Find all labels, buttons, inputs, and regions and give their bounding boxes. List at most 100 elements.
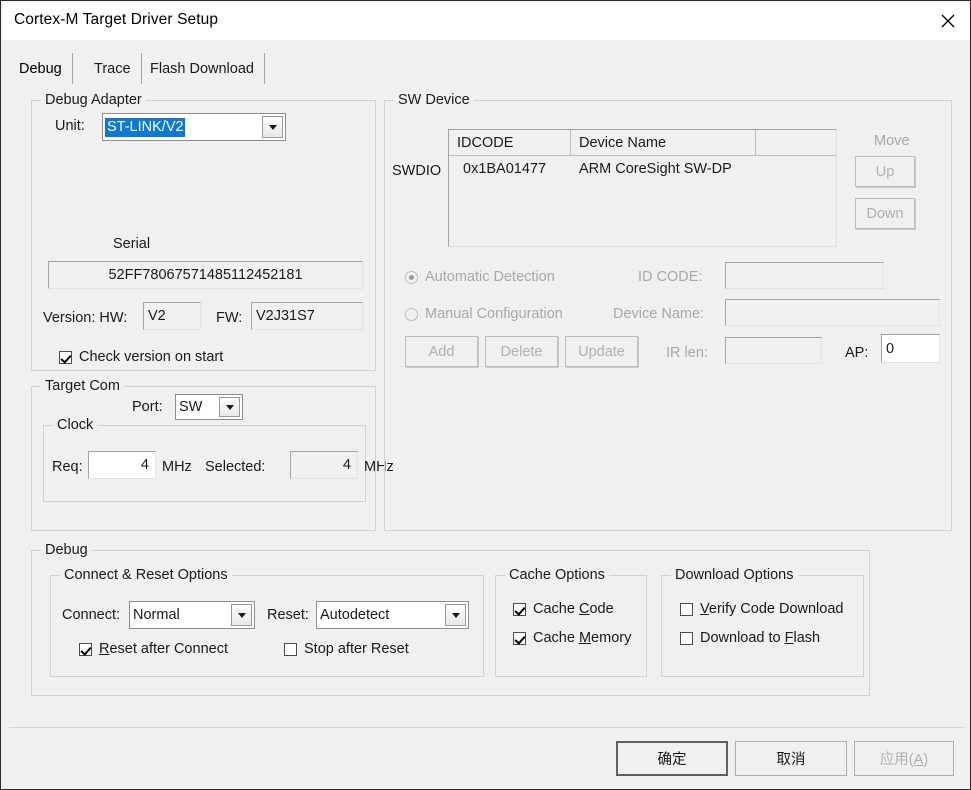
delete-button: Delete [485, 336, 558, 367]
target-com-group: Target Com Port: SW Clock Req: 4 MHz Sel… [31, 378, 394, 531]
accel-char: F [784, 630, 794, 646]
id-code-label: ID CODE: [638, 269, 703, 285]
device-name-field [725, 299, 940, 326]
footer-separator [9, 727, 964, 728]
id-code-field [725, 262, 884, 289]
label-pre: Cache [533, 601, 579, 617]
req-clock-input[interactable]: 4 [88, 451, 156, 479]
label-rest: ) [923, 752, 929, 768]
tab-flash-download[interactable]: Flash Download [140, 53, 265, 84]
ap-input[interactable]: 0 [881, 334, 940, 363]
move-down-label: Down [866, 205, 904, 222]
cache-options-group: Cache Options Cache Code Cache Memory [495, 567, 647, 677]
tab-flash-download-label: Flash Download [150, 60, 254, 77]
sw-device-list-header: IDCODE Device Name [449, 130, 836, 156]
delete-label: Delete [500, 343, 543, 360]
ap-label: AP: [845, 345, 869, 361]
connect-combobox[interactable]: Normal [129, 601, 255, 629]
label-pre: 应用( [879, 752, 914, 768]
reset-after-connect-checkbox[interactable]: Reset after Connect [79, 641, 228, 657]
swdio-bus-label: SWDIO [392, 163, 442, 179]
cell-idcode: 0x1BA01477 [463, 161, 547, 177]
cache-code-label: Cache Code [533, 601, 614, 617]
ir-len-label: IR len: [666, 345, 708, 361]
label-pre: Download to [700, 630, 785, 646]
accel-char: V [700, 601, 709, 617]
radio-ring [405, 270, 418, 284]
manual-configuration-radio: Manual Configuration [405, 306, 563, 322]
cache-code-checkbox[interactable]: Cache Code [513, 601, 614, 617]
accel-char: A [913, 752, 924, 768]
debug-options-group: Debug Connect & Reset Options Connect: N… [31, 542, 870, 696]
reset-after-connect-label: Reset after Connect [99, 641, 228, 657]
sw-device-list[interactable]: IDCODE Device Name 0x1BA01477 ARM CoreSi… [448, 129, 837, 247]
checkbox-box [79, 642, 92, 656]
verify-code-download-checkbox[interactable]: Verify Code Download [680, 601, 843, 617]
connect-reset-options-legend: Connect & Reset Options [60, 567, 232, 583]
apply-button-label: 应用(A) [880, 748, 928, 769]
chevron-down-icon[interactable] [445, 604, 466, 626]
debug-tab-page: Debug Adapter Unit: ST-LINK/V2 Serial 52… [9, 84, 964, 721]
req-label: Req: [52, 459, 83, 475]
checkbox-box [284, 642, 297, 656]
connect-label: Connect: [62, 607, 121, 623]
cancel-button[interactable]: 取消 [735, 741, 847, 776]
move-label: Move [874, 133, 910, 149]
clock-group: Clock Req: 4 MHz Selected: 4 MHz [43, 417, 394, 502]
apply-button: 应用(A) [854, 741, 954, 776]
cell-device-name: ARM CoreSight SW-DP [579, 161, 732, 177]
unit-label: Unit: [55, 118, 85, 134]
clock-legend: Clock [53, 417, 98, 433]
selected-clock-field: 4 [290, 451, 358, 479]
selected-label: Selected: [205, 459, 266, 475]
tab-debug[interactable]: Debug [9, 53, 73, 84]
close-button[interactable] [925, 2, 970, 40]
hw-version-field: V2 [143, 302, 201, 330]
debug-adapter-legend: Debug Adapter [41, 92, 146, 108]
tab-trace[interactable]: Trace [84, 53, 142, 84]
window-title: Cortex-M Target Driver Setup [14, 11, 219, 28]
chevron-down-icon[interactable] [262, 116, 283, 138]
sw-device-legend: SW Device [394, 92, 474, 108]
debug-options-legend: Debug [41, 542, 92, 558]
column-header-extra [756, 130, 836, 155]
req-unit-label: MHz [162, 459, 192, 475]
connect-combobox-value: Normal [133, 607, 180, 623]
tab-strip: Debug Trace Flash Download [9, 53, 964, 84]
table-row[interactable]: 0x1BA01477 ARM CoreSight SW-DP [449, 156, 836, 182]
download-options-group: Download Options Verify Code Download Do… [661, 567, 864, 677]
manual-configuration-label: Manual Configuration [425, 306, 563, 322]
check-version-on-start-checkbox[interactable]: Check version on start [59, 349, 223, 365]
automatic-detection-label: Automatic Detection [425, 269, 555, 285]
checkbox-box [513, 631, 526, 645]
ok-button[interactable]: 确定 [616, 741, 728, 776]
reset-combobox-value: Autodetect [320, 607, 390, 623]
port-combobox[interactable]: SW [175, 394, 243, 420]
chevron-down-icon[interactable] [219, 397, 240, 417]
check-version-on-start-label: Check version on start [79, 349, 224, 365]
add-label: Add [428, 343, 455, 360]
target-com-legend: Target Com [41, 378, 124, 394]
ir-len-field [725, 337, 822, 364]
column-header-idcode: IDCODE [449, 130, 571, 155]
port-label: Port: [132, 399, 163, 415]
stop-after-reset-checkbox[interactable]: Stop after Reset [284, 641, 409, 657]
download-options-legend: Download Options [671, 567, 798, 583]
chevron-down-icon[interactable] [231, 604, 252, 626]
fw-label: FW: [216, 310, 243, 326]
fw-version-field: V2J31S7 [251, 302, 363, 330]
label-rest: erify Code Download [708, 601, 844, 617]
cache-memory-checkbox[interactable]: Cache Memory [513, 630, 631, 646]
reset-combobox[interactable]: Autodetect [316, 601, 469, 629]
checkbox-box [513, 602, 526, 616]
unit-combobox[interactable]: ST-LINK/V2 [102, 113, 286, 141]
tab-debug-label: Debug [19, 60, 62, 77]
debug-adapter-group: Debug Adapter Unit: ST-LINK/V2 Serial 52… [31, 92, 376, 371]
label-rest: emory [591, 630, 632, 646]
port-combobox-value: SW [179, 399, 203, 415]
cache-memory-label: Cache Memory [533, 630, 631, 646]
reset-label: Reset: [267, 607, 309, 623]
cell-extra [756, 156, 836, 182]
move-up-button: Up [855, 156, 915, 187]
download-to-flash-checkbox[interactable]: Download to Flash [680, 630, 820, 646]
